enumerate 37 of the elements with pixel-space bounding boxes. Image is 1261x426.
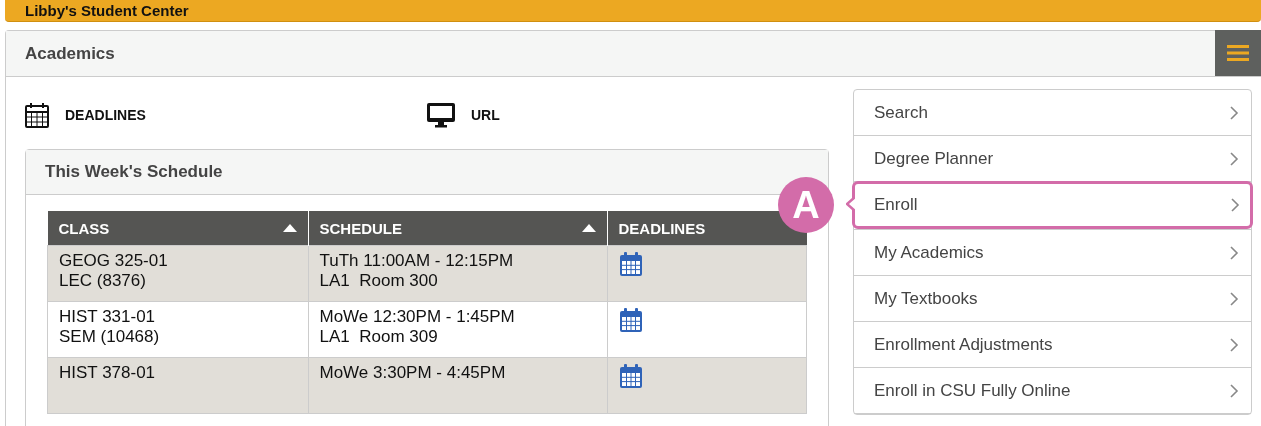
chevron-right-icon — [1229, 244, 1239, 261]
chevron-right-icon — [1229, 150, 1239, 167]
calendar-icon — [25, 102, 49, 128]
menu-item[interactable]: My Textbooks — [854, 276, 1251, 321]
panel-title: Academics — [24, 43, 115, 64]
column-header[interactable]: CLASS — [47, 211, 308, 246]
menu-item[interactable]: Degree Planner — [854, 136, 1251, 181]
chevron-right-icon — [1229, 290, 1239, 307]
pointer-icon — [846, 197, 855, 211]
table-cell: HIST 378-01 — [47, 357, 308, 414]
sort-up-icon — [581, 224, 596, 232]
chevron-right-icon — [1229, 382, 1239, 399]
table-cell: MoWe 12:30PM - 1:45PM LA1 Room 309 — [308, 301, 607, 358]
link[interactable]: URL — [427, 102, 829, 128]
menu-item[interactable]: Enroll in CSU Fully Online — [854, 368, 1251, 413]
table-cell: TuTh 11:00AM - 12:15PM LA1 Room 300 — [308, 245, 607, 302]
column-header[interactable]: SCHEDULE — [308, 211, 607, 246]
card-title: This Week's Schedule — [45, 162, 223, 182]
menu-button[interactable] — [1215, 30, 1261, 76]
chevron-right-icon — [1229, 336, 1239, 353]
page-title: Libby's Student Center — [24, 1, 189, 20]
calendar-icon[interactable] — [618, 363, 643, 389]
monitor-icon — [427, 102, 455, 128]
menu-item[interactable]: Search — [854, 90, 1251, 135]
menu-item[interactable]: Enrollment Adjustments — [854, 322, 1251, 367]
menu-item[interactable]: Enroll — [852, 181, 1253, 229]
sort-up-icon — [282, 224, 297, 232]
menu-item[interactable]: My Academics — [854, 230, 1251, 275]
table-cell: GEOG 325-01 LEC (8376) — [47, 245, 308, 302]
table-cell: HIST 331-01 SEM (10468) — [47, 301, 308, 358]
chevron-right-icon — [1229, 104, 1239, 121]
menu-icon — [1227, 44, 1249, 62]
table-cell: MoWe 3:30PM - 4:45PM — [308, 357, 607, 414]
calendar-icon[interactable] — [618, 251, 643, 277]
link[interactable]: DEADLINES — [25, 102, 427, 128]
chevron-right-icon — [1230, 197, 1240, 213]
calendar-icon[interactable] — [618, 307, 643, 333]
